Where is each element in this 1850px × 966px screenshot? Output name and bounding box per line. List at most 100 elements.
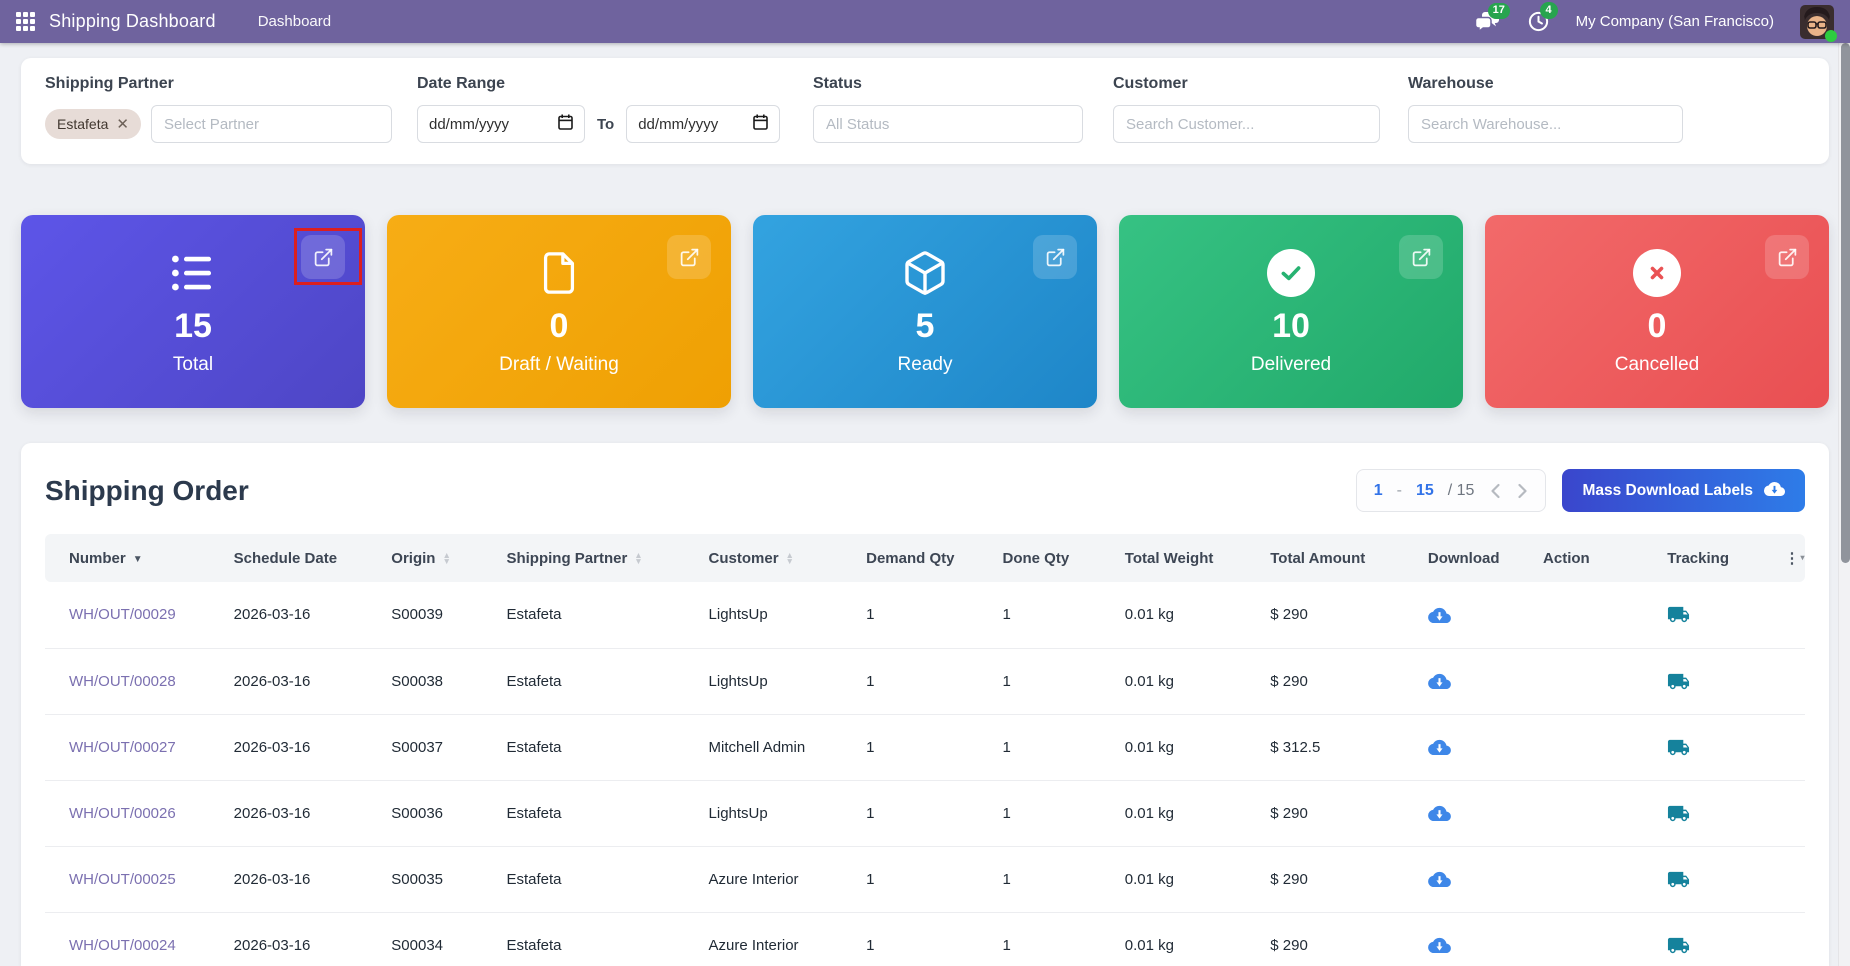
next-page-icon[interactable] (1517, 483, 1528, 499)
cell-origin: S00039 (367, 582, 482, 648)
table-row: WH/OUT/000282026-03-16S00038EstafetaLigh… (45, 648, 1805, 714)
shipping-order-panel: Shipping Order 1 - 15 / 15 Mass Download… (21, 443, 1829, 966)
cell-tracking (1643, 780, 1760, 846)
warehouse-search-input[interactable] (1408, 105, 1683, 143)
cell-number: WH/OUT/00028 (45, 648, 210, 714)
cancelled-expand-icon[interactable] (1765, 235, 1809, 279)
order-number-link[interactable]: WH/OUT/00026 (69, 805, 176, 822)
activities-clock-icon[interactable]: 4 (1527, 10, 1550, 33)
order-number-link[interactable]: WH/OUT/00027 (69, 739, 176, 756)
cell-action (1519, 846, 1643, 912)
vertical-scrollbar[interactable] (1838, 43, 1850, 966)
stat-card-draft[interactable]: 0 Draft / Waiting (387, 215, 731, 408)
cell-options (1760, 648, 1805, 714)
column-options-icon[interactable]: ⋮▾ (1784, 550, 1805, 567)
sort-toggle-icon[interactable]: ▲▼ (634, 553, 642, 563)
stat-card-ready[interactable]: 5 Ready (753, 215, 1097, 408)
truck-icon[interactable] (1667, 868, 1690, 891)
company-switcher[interactable]: My Company (San Francisco) (1576, 13, 1774, 30)
cell-demand_qty: 1 (842, 582, 978, 648)
sort-toggle-icon[interactable]: ▲▼ (442, 553, 450, 563)
cell-partner: Estafeta (482, 912, 684, 966)
order-number-link[interactable]: WH/OUT/00028 (69, 673, 176, 690)
date-from-input[interactable]: dd/mm/yyyy (417, 105, 585, 143)
order-number-link[interactable]: WH/OUT/00024 (69, 937, 176, 954)
messages-icon[interactable]: 17 (1475, 11, 1501, 33)
apps-grid-icon[interactable] (16, 12, 35, 31)
x-circle-icon (1633, 247, 1681, 299)
col-header-customer[interactable]: Customer▲▼ (685, 534, 843, 582)
cell-number: WH/OUT/00026 (45, 780, 210, 846)
top-navbar: Shipping Dashboard Dashboard 17 4 My Com… (0, 0, 1850, 43)
col-header-origin[interactable]: Origin▲▼ (367, 534, 482, 582)
cloud-download-icon[interactable] (1428, 672, 1451, 690)
cell-total_weight: 0.01 kg (1101, 714, 1246, 780)
menu-item-dashboard[interactable]: Dashboard (258, 13, 331, 30)
draft-count: 0 (550, 309, 569, 343)
calendar-icon[interactable] (558, 114, 573, 134)
sort-desc-icon[interactable]: ▼ (133, 554, 143, 565)
cell-partner: Estafeta (482, 582, 684, 648)
truck-icon[interactable] (1667, 670, 1690, 693)
cell-schedule_date: 2026-03-16 (210, 846, 368, 912)
cell-customer: LightsUp (685, 780, 843, 846)
file-icon (536, 247, 582, 299)
user-avatar[interactable] (1800, 5, 1834, 39)
order-number-link[interactable]: WH/OUT/00025 (69, 871, 176, 888)
truck-icon[interactable] (1667, 934, 1690, 957)
cloud-download-icon[interactable] (1428, 870, 1451, 888)
cell-options (1760, 714, 1805, 780)
cell-done_qty: 1 (979, 648, 1101, 714)
customer-search-input[interactable] (1113, 105, 1380, 143)
cell-schedule_date: 2026-03-16 (210, 714, 368, 780)
sort-toggle-icon[interactable]: ▲▼ (786, 553, 794, 563)
table-header-row: Number▼Schedule DateOrigin▲▼Shipping Par… (45, 534, 1805, 582)
activities-badge: 4 (1540, 2, 1558, 19)
stat-card-total[interactable]: 15 Total (21, 215, 365, 408)
truck-icon[interactable] (1667, 736, 1690, 759)
draft-expand-icon[interactable] (667, 235, 711, 279)
cell-total_weight: 0.01 kg (1101, 648, 1246, 714)
stat-card-cancelled[interactable]: 0 Cancelled (1485, 215, 1829, 408)
warehouse-label: Warehouse (1408, 75, 1683, 93)
col-header-number[interactable]: Number▼ (45, 534, 210, 582)
cloud-download-icon[interactable] (1428, 804, 1451, 822)
app-title[interactable]: Shipping Dashboard (49, 11, 216, 32)
truck-icon[interactable] (1667, 802, 1690, 825)
cell-total_weight: 0.01 kg (1101, 582, 1246, 648)
cell-partner: Estafeta (482, 648, 684, 714)
page-start[interactable]: 1 (1374, 482, 1383, 500)
partner-input[interactable] (151, 105, 392, 143)
cell-done_qty: 1 (979, 582, 1101, 648)
order-number-link[interactable]: WH/OUT/00029 (69, 606, 176, 623)
cell-demand_qty: 1 (842, 846, 978, 912)
remove-tag-icon[interactable]: ✕ (116, 117, 129, 132)
cell-action (1519, 912, 1643, 966)
cell-total_weight: 0.01 kg (1101, 780, 1246, 846)
truck-icon[interactable] (1667, 603, 1690, 626)
cell-tracking (1643, 846, 1760, 912)
delivered-expand-icon[interactable] (1399, 235, 1443, 279)
partner-tag-estafeta[interactable]: Estafeta ✕ (45, 109, 141, 139)
date-to-input[interactable]: dd/mm/yyyy (626, 105, 780, 143)
calendar-icon[interactable] (753, 114, 768, 134)
page-end[interactable]: 15 (1416, 482, 1434, 500)
shipping-partner-label: Shipping Partner (45, 75, 392, 93)
prev-page-icon[interactable] (1490, 483, 1501, 499)
cloud-download-icon[interactable] (1428, 738, 1451, 756)
ready-expand-icon[interactable] (1033, 235, 1077, 279)
cloud-download-icon[interactable] (1428, 606, 1451, 624)
cell-download (1404, 780, 1519, 846)
cell-action (1519, 648, 1643, 714)
col-header-partner[interactable]: Shipping Partner▲▼ (482, 534, 684, 582)
scrollbar-thumb[interactable] (1841, 43, 1850, 563)
col-header-schedule_date: Schedule Date (210, 534, 368, 582)
date-range-label: Date Range (417, 75, 782, 93)
cloud-download-icon[interactable] (1428, 936, 1451, 954)
status-input[interactable] (813, 105, 1083, 143)
cell-partner: Estafeta (482, 714, 684, 780)
mass-download-labels-button[interactable]: Mass Download Labels (1562, 469, 1805, 512)
delivered-label: Delivered (1251, 354, 1331, 376)
stat-card-delivered[interactable]: 10 Delivered (1119, 215, 1463, 408)
pagination: 1 - 15 / 15 (1356, 469, 1547, 512)
